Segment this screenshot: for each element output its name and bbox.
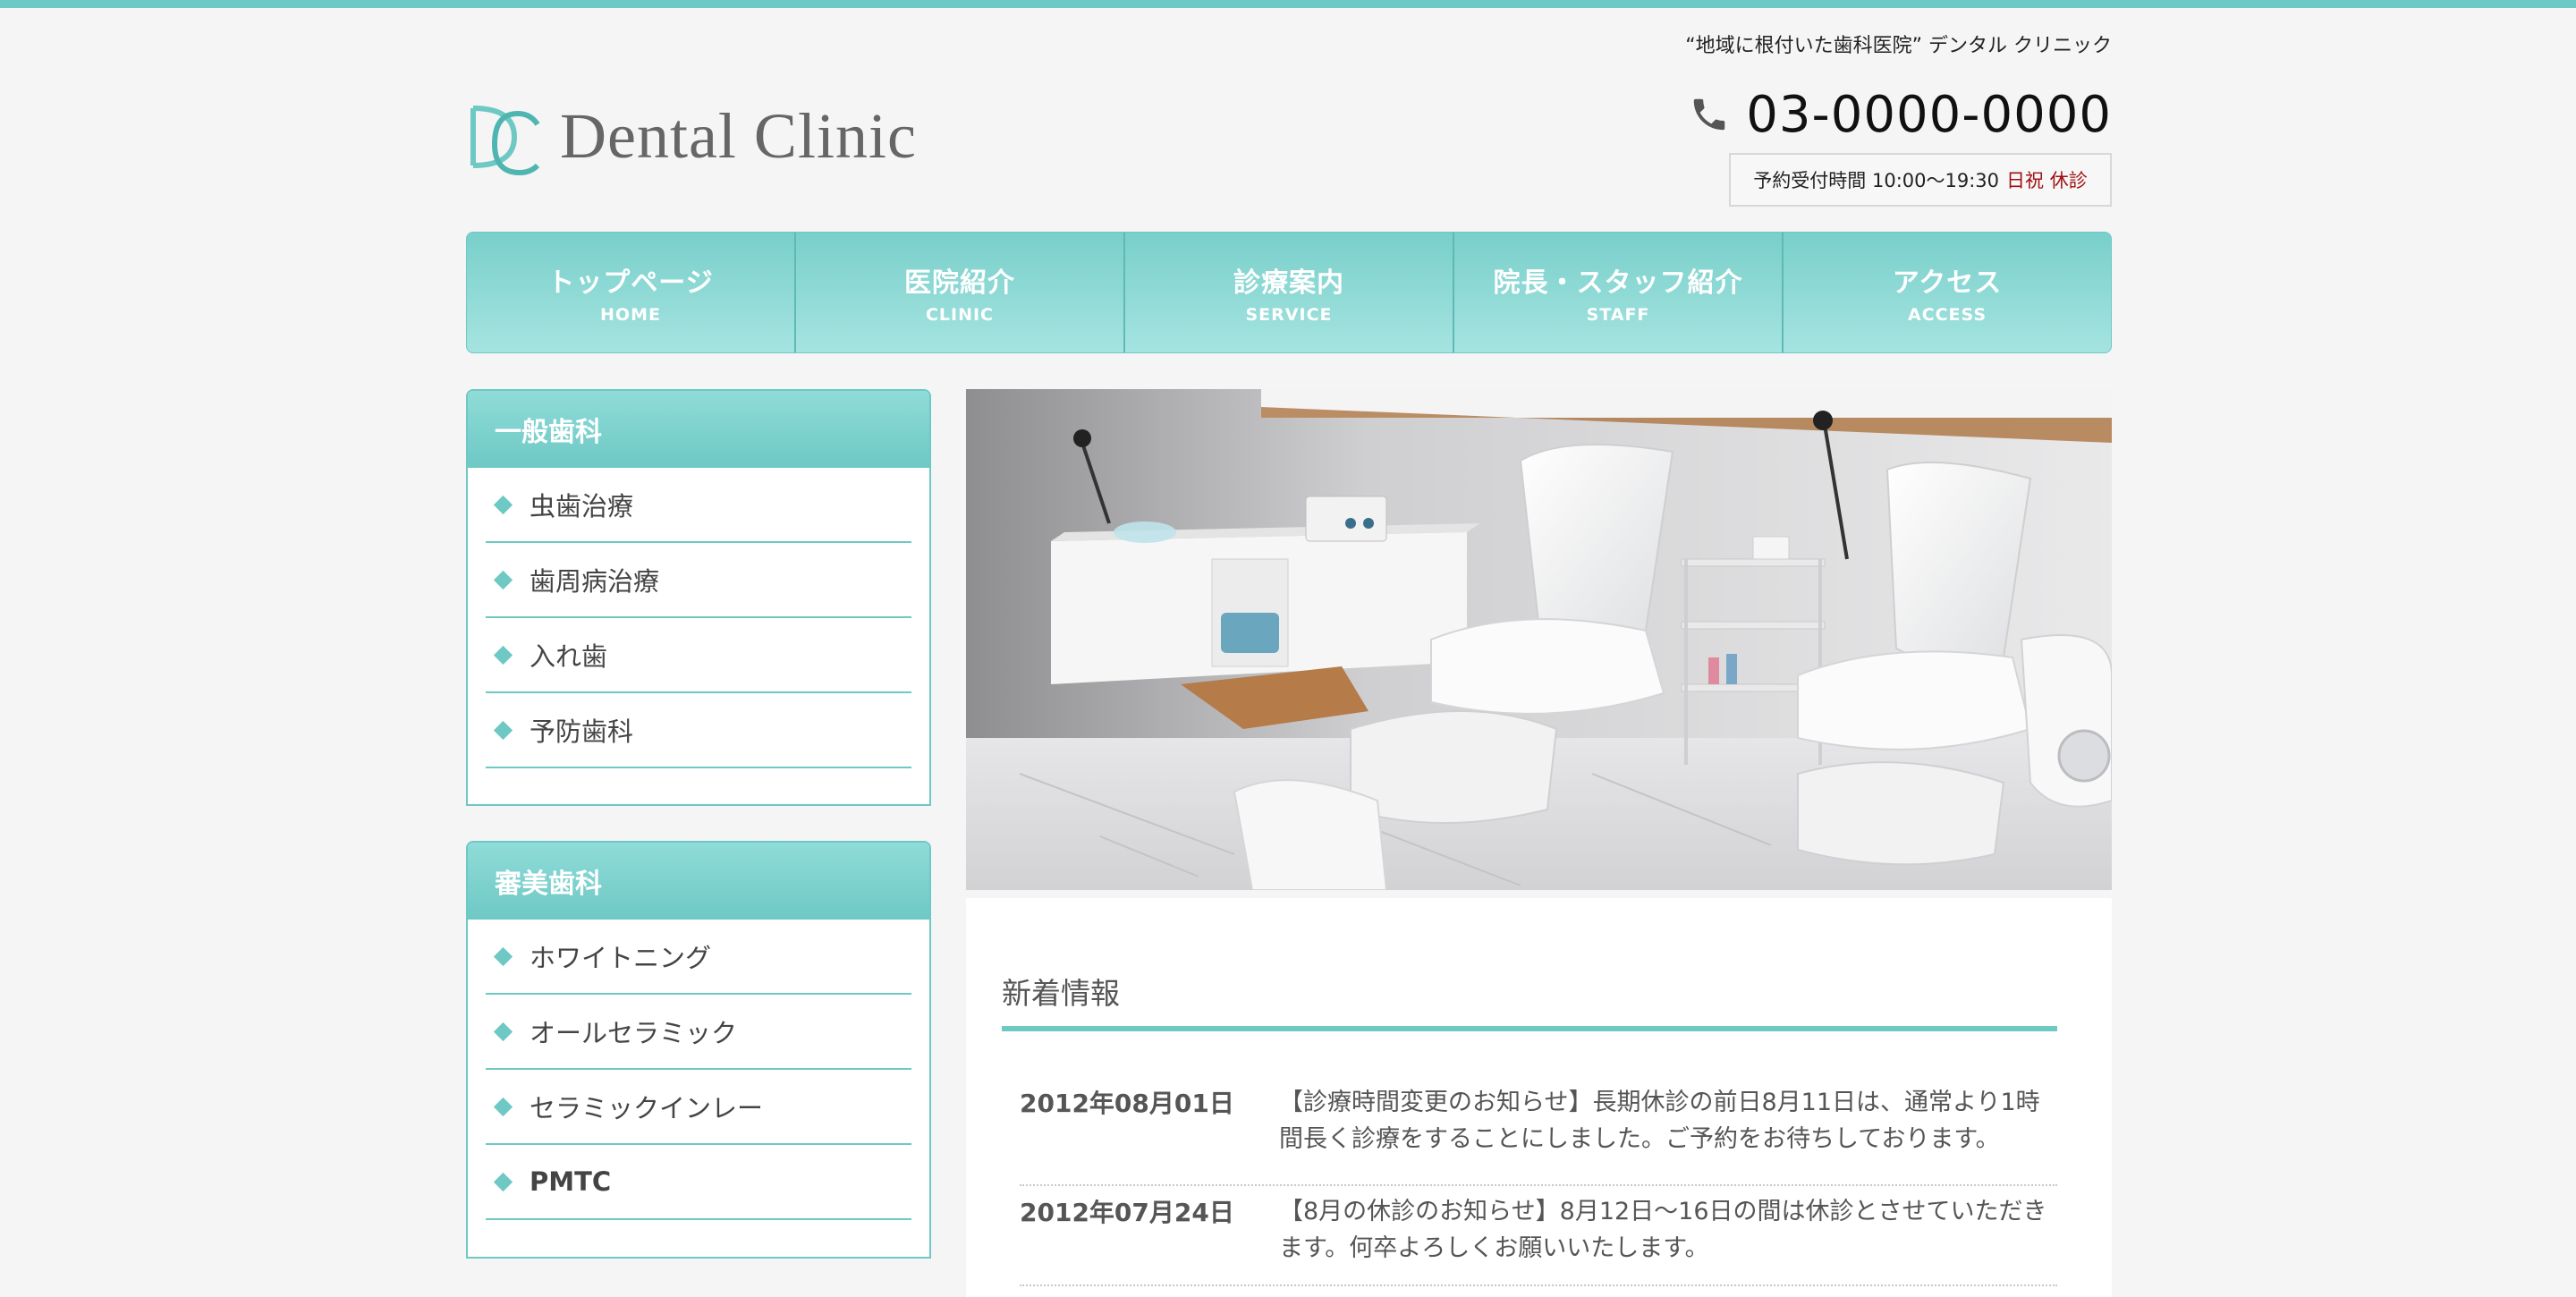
- nav-label-jp: トップページ: [547, 267, 714, 299]
- nav-label-en: ACCESS: [1907, 305, 1987, 325]
- header-tagline: “地域に根付いた歯科医院” デンタル クリニック: [1685, 35, 2112, 57]
- page-container: “地域に根付いた歯科医院” デンタル クリニック Dental Clinic 0…: [466, 8, 2112, 1297]
- phone-number: 03-0000-0000: [1746, 85, 2112, 144]
- diamond-bullet-icon: [493, 946, 513, 966]
- news-text: 【診療時間変更のお知らせ】長期休診の前日8月11日は、通常より1時間長く診療をす…: [1279, 1089, 2040, 1153]
- nav-item-service[interactable]: 診療案内 SERVICE: [1125, 233, 1454, 352]
- diamond-bullet-icon: [493, 570, 513, 589]
- nav-label-jp: 院長・スタッフ紹介: [1493, 267, 1743, 299]
- nav-label-en: HOME: [600, 305, 661, 325]
- nav-label-jp: 診療案内: [1233, 267, 1344, 299]
- sidebar-list: ホワイトニング オールセラミック セラミックインレー PMTC: [468, 920, 929, 1256]
- sidebar-item-label: 歯周病治療: [530, 566, 660, 597]
- sidebar-item-periodontal-treatment[interactable]: 歯周病治療: [486, 543, 911, 618]
- phone-block[interactable]: 03-0000-0000: [1689, 83, 2112, 146]
- sidebar-item-preventive-dentistry[interactable]: 予防歯科: [486, 693, 911, 768]
- sidebar-item-cavity-treatment[interactable]: 虫歯治療: [486, 468, 911, 543]
- sidebar-item-label: ホワイトニング: [530, 943, 712, 973]
- sidebar-item-dentures[interactable]: 入れ歯: [486, 618, 911, 693]
- sidebar-general-dentistry: 一般歯科 虫歯治療 歯周病治療 入れ歯 予防歯科: [466, 389, 931, 806]
- news-date: 2012年08月01日: [1020, 1089, 1234, 1118]
- reservation-hours: 予約受付時間 10:00〜19:30 日祝 休診: [1729, 153, 2112, 207]
- sidebar-item-ceramic-inlay[interactable]: セラミックインレー: [486, 1070, 911, 1145]
- nav-item-home[interactable]: トップページ HOME: [467, 233, 796, 352]
- sidebar-item-label: 虫歯治療: [530, 491, 634, 521]
- diamond-bullet-icon: [493, 1021, 513, 1041]
- sidebar-item-label: 予防歯科: [530, 716, 634, 747]
- news-date: 2012年07月24日: [1020, 1198, 1234, 1227]
- news-item[interactable]: 2012年07月24日 【8月の休診のお知らせ】8月12日〜16日の間は休診とさ…: [1020, 1193, 2057, 1286]
- nav-label-en: STAFF: [1586, 305, 1650, 325]
- news-section: 新着情報 2012年08月01日 【診療時間変更のお知らせ】長期休診の前日8月1…: [966, 898, 2112, 1297]
- sidebar-item-all-ceramic[interactable]: オールセラミック: [486, 995, 911, 1070]
- logo-text: Dental Clinic: [560, 100, 917, 172]
- sidebar-item-label: PMTC: [530, 1166, 612, 1197]
- clinic-interior-illustration: [966, 389, 2112, 890]
- nav-label-en: SERVICE: [1245, 305, 1333, 325]
- nav-item-access[interactable]: アクセス ACCESS: [1784, 233, 2111, 352]
- nav-label-en: CLINIC: [925, 305, 995, 325]
- sidebar-item-label: オールセラミック: [530, 1018, 738, 1048]
- site-logo[interactable]: Dental Clinic: [466, 94, 949, 183]
- nav-label-jp: 医院紹介: [904, 267, 1015, 299]
- sidebar-list: 虫歯治療 歯周病治療 入れ歯 予防歯科: [468, 468, 929, 804]
- diamond-bullet-icon: [493, 1097, 513, 1116]
- nav-item-clinic[interactable]: 医院紹介 CLINIC: [796, 233, 1125, 352]
- news-divider: [1002, 1026, 2057, 1031]
- diamond-bullet-icon: [493, 495, 513, 514]
- diamond-bullet-icon: [493, 1172, 513, 1191]
- news-heading: 新着情報: [1002, 976, 1120, 1011]
- dc-logo-icon: [470, 106, 540, 176]
- hours-label: 予約受付時間 10:00〜19:30: [1753, 170, 2000, 191]
- diamond-bullet-icon: [493, 645, 513, 665]
- sidebar-cosmetic-dentistry: 審美歯科 ホワイトニング オールセラミック セラミックインレー PMTC: [466, 841, 931, 1259]
- hero-clinic-image: [966, 389, 2112, 890]
- nav-label-jp: アクセス: [1892, 267, 2003, 299]
- phone-icon: [1694, 98, 1725, 131]
- sidebar-heading: 審美歯科: [468, 843, 929, 920]
- news-item[interactable]: 2012年08月01日 【診療時間変更のお知らせ】長期休診の前日8月11日は、通…: [1020, 1084, 2057, 1186]
- news-text: 【8月の休診のお知らせ】8月12日〜16日の間は休診とさせていただきます。何卒よ…: [1279, 1198, 2047, 1262]
- sidebar-item-whitening[interactable]: ホワイトニング: [486, 920, 911, 995]
- sidebar-item-label: 入れ歯: [530, 641, 608, 672]
- sidebar-item-pmtc[interactable]: PMTC: [486, 1145, 911, 1220]
- nav-item-staff[interactable]: 院長・スタッフ紹介 STAFF: [1454, 233, 1784, 352]
- diamond-bullet-icon: [493, 720, 513, 740]
- sidebar-heading: 一般歯科: [468, 391, 929, 468]
- sidebar-item-label: セラミックインレー: [530, 1093, 764, 1123]
- closed-days: 日祝 休診: [2006, 170, 2088, 191]
- global-nav: トップページ HOME 医院紹介 CLINIC 診療案内 SERVICE 院長・…: [466, 232, 2112, 353]
- top-accent-bar: [0, 0, 2576, 8]
